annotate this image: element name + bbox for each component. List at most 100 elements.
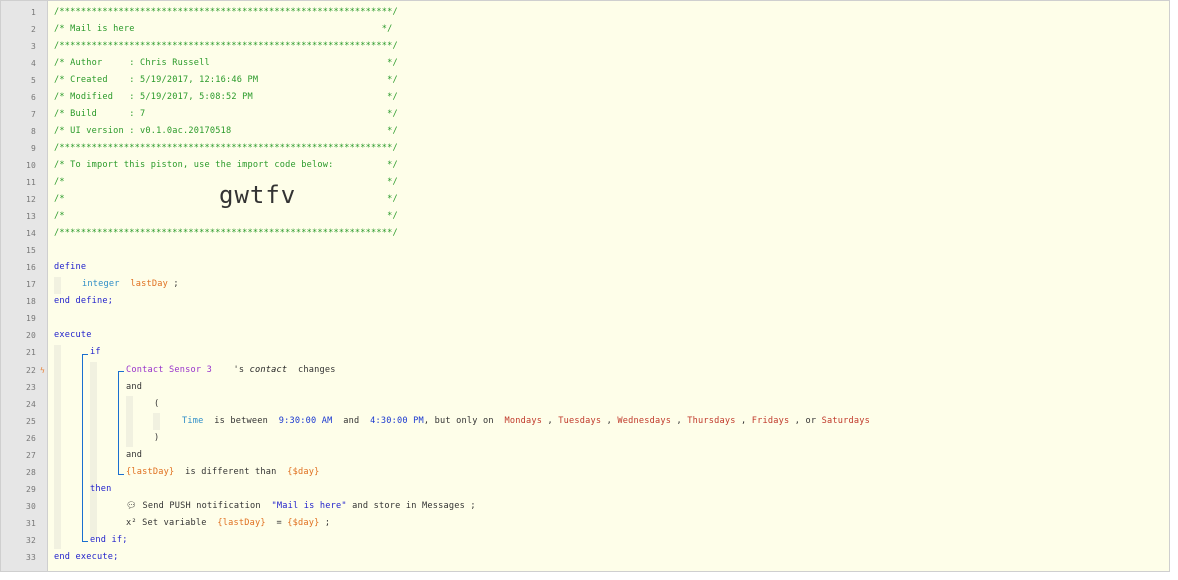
day-value: Thursdays (687, 416, 736, 426)
attribute-name: contact (249, 365, 288, 375)
then-keyword[interactable]: then (90, 481, 112, 498)
code-line: 15 (1, 242, 1169, 259)
line-number: 22 (25, 366, 36, 375)
comma: , (676, 416, 682, 426)
code-line: 33 end execute; (1, 549, 1169, 566)
action-verb: Set variable (142, 518, 207, 528)
device-name: Contact Sensor 3 (126, 365, 212, 375)
left-operand: {lastDay} (126, 467, 175, 477)
if-keyword[interactable]: if (90, 344, 101, 361)
line-number: 20 (25, 331, 36, 340)
line-number: 13 (25, 212, 36, 221)
line-number: 19 (25, 314, 36, 323)
day-value: Wednesdays (617, 416, 672, 426)
comment-text: /* Mail is here */ (54, 24, 393, 34)
define-keyword[interactable]: define (54, 259, 86, 276)
comment-text: /***************************************… (54, 143, 398, 153)
code-line: 26) (1, 430, 1169, 447)
and-operator[interactable]: and (126, 447, 142, 464)
comparison-operator: is between (214, 416, 268, 426)
code-line: 11/* */ (1, 174, 1169, 191)
condition-contact-changes[interactable]: Contact Sensor 3 's contact changes (126, 362, 336, 379)
end-execute-keyword: end execute; (54, 552, 119, 562)
comment-text: /***************************************… (54, 41, 398, 51)
code-line: 17 integer lastDay ; (1, 276, 1169, 293)
day-value: Fridays (751, 416, 790, 426)
line-number: 27 (25, 451, 36, 460)
code-line: 12/* */gwtfv (1, 183, 1169, 208)
execute-keyword[interactable]: execute (54, 327, 92, 344)
code-line: 18 end define; (1, 293, 1169, 310)
line-number: 12 (25, 195, 36, 204)
line-number: 1 (30, 8, 36, 17)
group-close-paren[interactable]: ) (154, 430, 159, 447)
and-operator[interactable]: and (126, 379, 142, 396)
or-word: or (805, 416, 817, 426)
code-line: 32 end if; (1, 532, 1169, 549)
action-verb: Send PUSH notification (142, 501, 261, 511)
comment-text: /* Author : Chris Russell */ (54, 58, 398, 68)
code-line: 24 ( (1, 396, 1169, 413)
line-number: 8 (30, 127, 36, 136)
code-line: 3 /**************************************… (1, 38, 1169, 55)
assigned-value: {$day} (287, 518, 320, 528)
code-line: 29 then (1, 481, 1169, 498)
comma: , (741, 416, 747, 426)
line-number: 33 (25, 553, 36, 562)
variable-type: integer (82, 279, 120, 289)
chat-bubble-icon: 💬︎ (126, 501, 138, 511)
comment-text: /***************************************… (54, 7, 398, 17)
code-line: 13 /* */ (1, 208, 1169, 225)
line-number: 28 (25, 468, 36, 477)
end-time: 4:30:00 PM (370, 416, 424, 426)
code-line: 14 /*************************************… (1, 225, 1169, 242)
code-line: 25 Time is between 9:30:00 AM and 4:30:0… (1, 413, 1169, 430)
line-number: 11 (25, 178, 36, 187)
comment-text: /* */ (54, 211, 398, 221)
end-define-keyword: end define; (54, 296, 114, 306)
day-value: Mondays (504, 416, 543, 426)
action-set-variable[interactable]: x² Set variable {lastDay} = {$day} ; (126, 515, 330, 532)
code-line: 5 /* Created : 5/19/2017, 12:16:46 PM */ (1, 72, 1169, 89)
code-line: 28 {lastDay} is different than {$day} (1, 464, 1169, 481)
comment-text: /* UI version : v0.1.0ac.20170518 */ (54, 126, 398, 136)
line-number: 6 (30, 93, 36, 102)
line-number: 14 (25, 229, 36, 238)
line-number: 23 (25, 383, 36, 392)
line-number: 31 (25, 519, 36, 528)
comma: , (547, 416, 553, 426)
group-open-paren[interactable]: ( (154, 396, 159, 413)
variable-declaration[interactable]: integer lastDay ; (82, 276, 179, 293)
code-line: 27 and (1, 447, 1169, 464)
day-value: Saturdays (821, 416, 870, 426)
variable-name: lastDay (130, 279, 168, 289)
comma: , (606, 416, 612, 426)
day-filter-text: , but only on (423, 416, 494, 426)
code-line: 23 and (1, 379, 1169, 396)
code-line: 9 /**************************************… (1, 140, 1169, 157)
line-number: 4 (30, 59, 36, 68)
condition-time-between[interactable]: Time is between 9:30:00 AM and 4:30:00 P… (182, 413, 870, 430)
line-number: 16 (25, 263, 36, 272)
code-line: 7 /* Build : 7 */ (1, 106, 1169, 123)
code-line: 31 x² Set variable {lastDay} = {$day} ; (1, 515, 1169, 532)
trigger-bolt-icon: ϟ (40, 366, 46, 375)
line-number: 15 (25, 246, 36, 255)
code-line: 2 /* Mail is here */ (1, 21, 1169, 38)
line-number: 10 (25, 161, 36, 170)
line-number: 29 (25, 485, 36, 494)
code-line: 21 if (1, 344, 1169, 361)
variable-x2-icon: x² (126, 518, 137, 528)
action-send-push[interactable]: 💬︎ Send PUSH notification "Mail is here"… (126, 498, 476, 515)
code-line: 20 execute (1, 327, 1169, 344)
store-text: and store in Messages (352, 501, 465, 511)
code-line: 22 ϟ Contact Sensor 3 's contact changes (1, 362, 1169, 379)
line-number: 18 (25, 297, 36, 306)
message-text: "Mail is here" (271, 501, 347, 511)
condition-lastday-different[interactable]: {lastDay} is different than {$day} (126, 464, 319, 481)
line-number: 3 (30, 42, 36, 51)
line-number: 21 (25, 348, 36, 357)
day-value: Tuesdays (558, 416, 602, 426)
equals-sign: = (276, 518, 282, 528)
possessive: 's (233, 365, 245, 375)
